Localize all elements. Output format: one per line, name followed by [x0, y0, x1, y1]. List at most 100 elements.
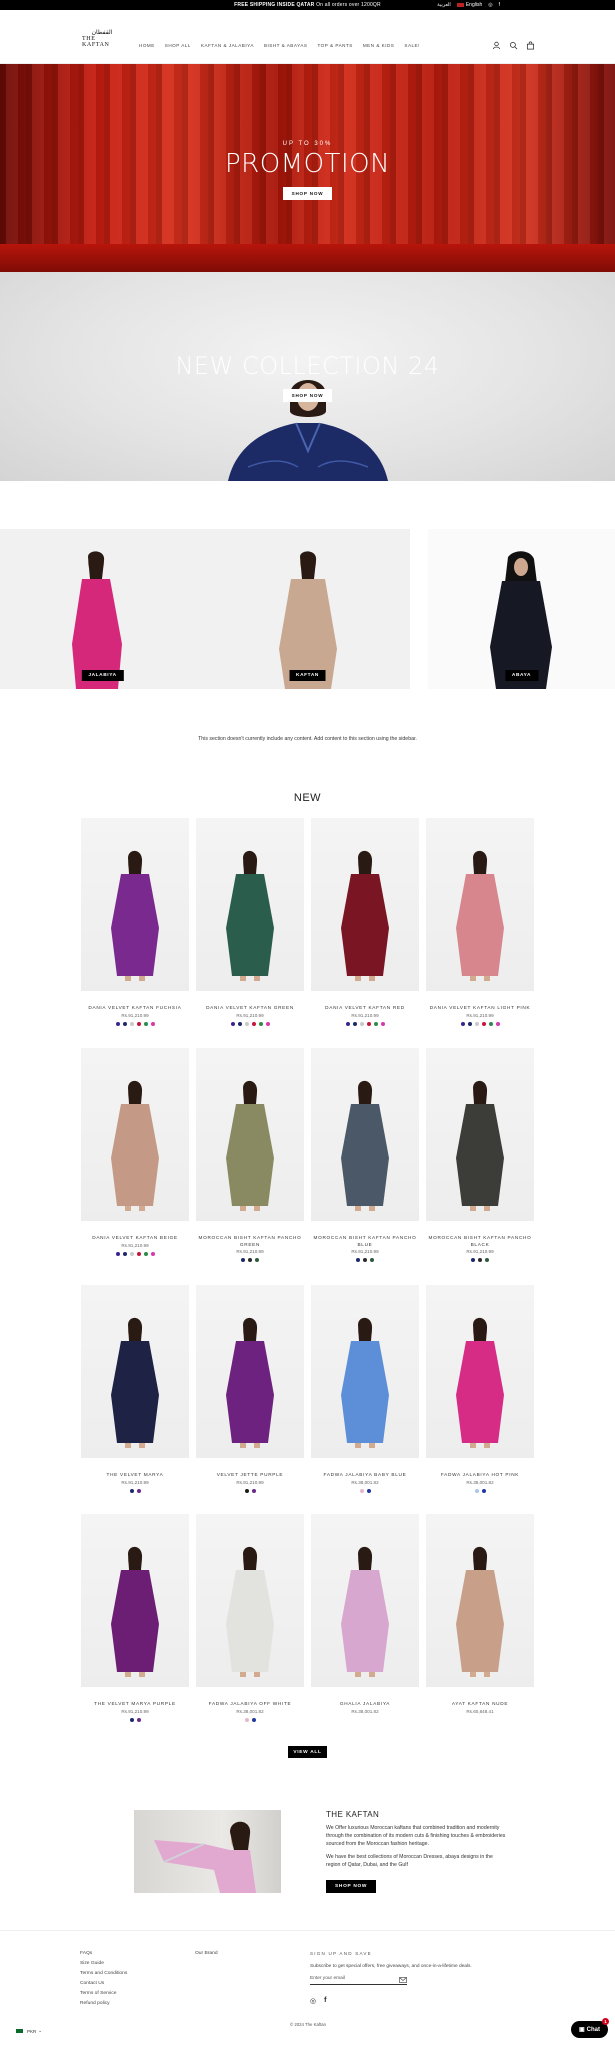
color-swatch[interactable]	[136, 1251, 141, 1256]
nav-kaftan-jalabiya[interactable]: KAFTAN & JALABIYA	[201, 43, 254, 48]
footer-link-refund[interactable]: Refund policy	[80, 2001, 127, 2006]
color-swatch[interactable]	[485, 1258, 489, 1262]
collection-shop-button[interactable]: SHOP NOW	[282, 389, 333, 402]
color-swatch[interactable]	[248, 1258, 252, 1262]
color-swatch[interactable]	[150, 1021, 155, 1026]
color-swatch[interactable]	[467, 1021, 472, 1026]
color-swatch[interactable]	[143, 1021, 148, 1026]
color-swatch[interactable]	[478, 1258, 482, 1262]
color-swatch[interactable]	[241, 1258, 245, 1262]
color-swatch[interactable]	[237, 1021, 242, 1026]
cart-icon[interactable]	[526, 41, 535, 50]
product-card[interactable]: FADWA JALABIYA HOT PINK Rs.38,001.82	[426, 1285, 534, 1493]
product-card[interactable]: AYAT KAFTAN NUDE Rs.60,848.41	[426, 1514, 534, 1718]
nav-top-pants[interactable]: TOP & PANTS	[317, 43, 352, 48]
mail-icon[interactable]	[399, 1977, 407, 1983]
color-swatch[interactable]	[481, 1488, 486, 1493]
color-swatch[interactable]	[244, 1488, 249, 1493]
color-swatch[interactable]	[380, 1021, 385, 1026]
color-swatch[interactable]	[255, 1258, 259, 1262]
product-image[interactable]	[196, 1285, 304, 1458]
color-swatch[interactable]	[136, 1488, 141, 1493]
product-card[interactable]: DANIA VELVET KAFTAN FUCHSIA Rs.91,210.99	[81, 818, 189, 1026]
search-icon[interactable]	[509, 41, 518, 50]
collection-banner[interactable]: NEW COLLECTION 24 SHOP NOW	[0, 272, 615, 481]
product-card[interactable]: GHALIA JALABIYA Rs.38,001.82	[311, 1514, 419, 1718]
product-name[interactable]: DANIA VELVET KAFTAN GREEN	[196, 1005, 304, 1012]
color-swatch[interactable]	[495, 1021, 500, 1026]
product-card[interactable]: THE VELVET MARYA Rs.91,210.99	[81, 1285, 189, 1493]
color-swatch[interactable]	[136, 1021, 141, 1026]
color-swatch[interactable]	[122, 1021, 127, 1026]
product-card[interactable]: FADWA JALABIYA OFF WHITE Rs.38,001.82	[196, 1514, 304, 1722]
product-image[interactable]	[81, 818, 189, 991]
footer-link-terms-conditions[interactable]: Terms and Conditions	[80, 1971, 127, 1976]
color-swatch[interactable]	[244, 1717, 249, 1722]
product-image[interactable]	[426, 1285, 534, 1458]
product-image[interactable]	[311, 818, 419, 991]
product-image[interactable]	[426, 1514, 534, 1687]
color-swatch[interactable]	[474, 1488, 479, 1493]
product-card[interactable]: MOROCCAN BISHT KAFTAN PANCHO BLUE Rs.91,2…	[311, 1048, 419, 1262]
instagram-icon[interactable]: ◎	[488, 2, 492, 8]
color-swatch[interactable]	[359, 1488, 364, 1493]
nav-bisht-abayas[interactable]: BISHT & ABAYAS	[264, 43, 308, 48]
instagram-icon[interactable]: ◎	[310, 1997, 316, 2005]
product-name[interactable]: FADWA JALABIYA HOT PINK	[426, 1472, 534, 1479]
category-abaya[interactable]: ABAYA	[428, 529, 615, 689]
product-card[interactable]: VELVET JETTE PURPLE Rs.91,210.99	[196, 1285, 304, 1493]
product-image[interactable]	[311, 1048, 419, 1221]
color-swatch[interactable]	[258, 1021, 263, 1026]
color-swatch[interactable]	[471, 1258, 475, 1262]
category-kaftan[interactable]: KAFTAN	[205, 529, 410, 689]
product-image[interactable]	[311, 1285, 419, 1458]
color-swatch[interactable]	[115, 1251, 120, 1256]
product-name[interactable]: MOROCCAN BISHT KAFTAN PANCHO GREEN	[196, 1235, 304, 1248]
color-swatch[interactable]	[356, 1258, 360, 1262]
product-image[interactable]	[196, 1048, 304, 1221]
nav-men-kids[interactable]: MEN & KIDS	[363, 43, 395, 48]
color-swatch[interactable]	[366, 1488, 371, 1493]
view-all-button[interactable]: VIEW ALL	[288, 1746, 327, 1758]
footer-link-contact[interactable]: Contact Us	[80, 1981, 127, 1986]
promotion-shop-button[interactable]: SHOP NOW	[282, 187, 333, 200]
color-swatch[interactable]	[122, 1251, 127, 1256]
product-name[interactable]: GHALIA JALABIYA	[311, 1701, 419, 1708]
product-card[interactable]: FADWA JALABIYA BABY BLUE Rs.38,001.82	[311, 1285, 419, 1493]
color-swatch[interactable]	[345, 1021, 350, 1026]
color-swatch[interactable]	[359, 1021, 364, 1026]
color-swatch[interactable]	[136, 1717, 141, 1722]
product-card[interactable]: THE VELVET MARYA PURPLE Rs.91,210.99	[81, 1514, 189, 1722]
product-card[interactable]: MOROCCAN BISHT KAFTAN PANCHO GREEN Rs.91,…	[196, 1048, 304, 1262]
color-swatch[interactable]	[129, 1717, 134, 1722]
color-swatch[interactable]	[115, 1021, 120, 1026]
product-card[interactable]: DANIA VELVET KAFTAN RED Rs.91,210.99	[311, 818, 419, 1026]
color-swatch[interactable]	[251, 1717, 256, 1722]
color-swatch[interactable]	[373, 1021, 378, 1026]
footer-link-terms-service[interactable]: Terms of Service	[80, 1991, 127, 1996]
product-image[interactable]	[426, 1048, 534, 1221]
site-logo[interactable]: القفطان THE KAFTAN	[82, 23, 122, 53]
product-card[interactable]: DANIA VELVET KAFTAN LIGHT PINK Rs.91,210.…	[426, 818, 534, 1026]
color-swatch[interactable]	[150, 1251, 155, 1256]
product-name[interactable]: THE VELVET MARYA PURPLE	[81, 1701, 189, 1708]
category-jalabiya[interactable]: JALABIYA	[0, 529, 205, 689]
product-name[interactable]: THE VELVET MARYA	[81, 1472, 189, 1479]
color-swatch[interactable]	[370, 1258, 374, 1262]
product-image[interactable]	[196, 1514, 304, 1687]
color-swatch[interactable]	[244, 1021, 249, 1026]
product-name[interactable]: AYAT KAFTAN NUDE	[426, 1701, 534, 1708]
color-swatch[interactable]	[251, 1021, 256, 1026]
product-name[interactable]: DANIA VELVET KAFTAN LIGHT PINK	[426, 1005, 534, 1012]
nav-home[interactable]: HOME	[139, 43, 155, 48]
facebook-icon[interactable]: f	[324, 1997, 326, 2005]
about-shop-button[interactable]: SHOP NOW	[326, 1880, 377, 1893]
color-swatch[interactable]	[230, 1021, 235, 1026]
promotion-banner[interactable]: UP TO 30% PROMOTION SHOP NOW	[0, 64, 615, 272]
facebook-icon[interactable]: f	[499, 2, 500, 8]
product-name[interactable]: DANIA VELVET KAFTAN BEIGE	[81, 1235, 189, 1242]
color-swatch[interactable]	[143, 1251, 148, 1256]
nav-shop-all[interactable]: SHOP ALL	[165, 43, 191, 48]
color-swatch[interactable]	[363, 1258, 367, 1262]
currency-selector[interactable]: PKR ⌄	[16, 2028, 42, 2034]
